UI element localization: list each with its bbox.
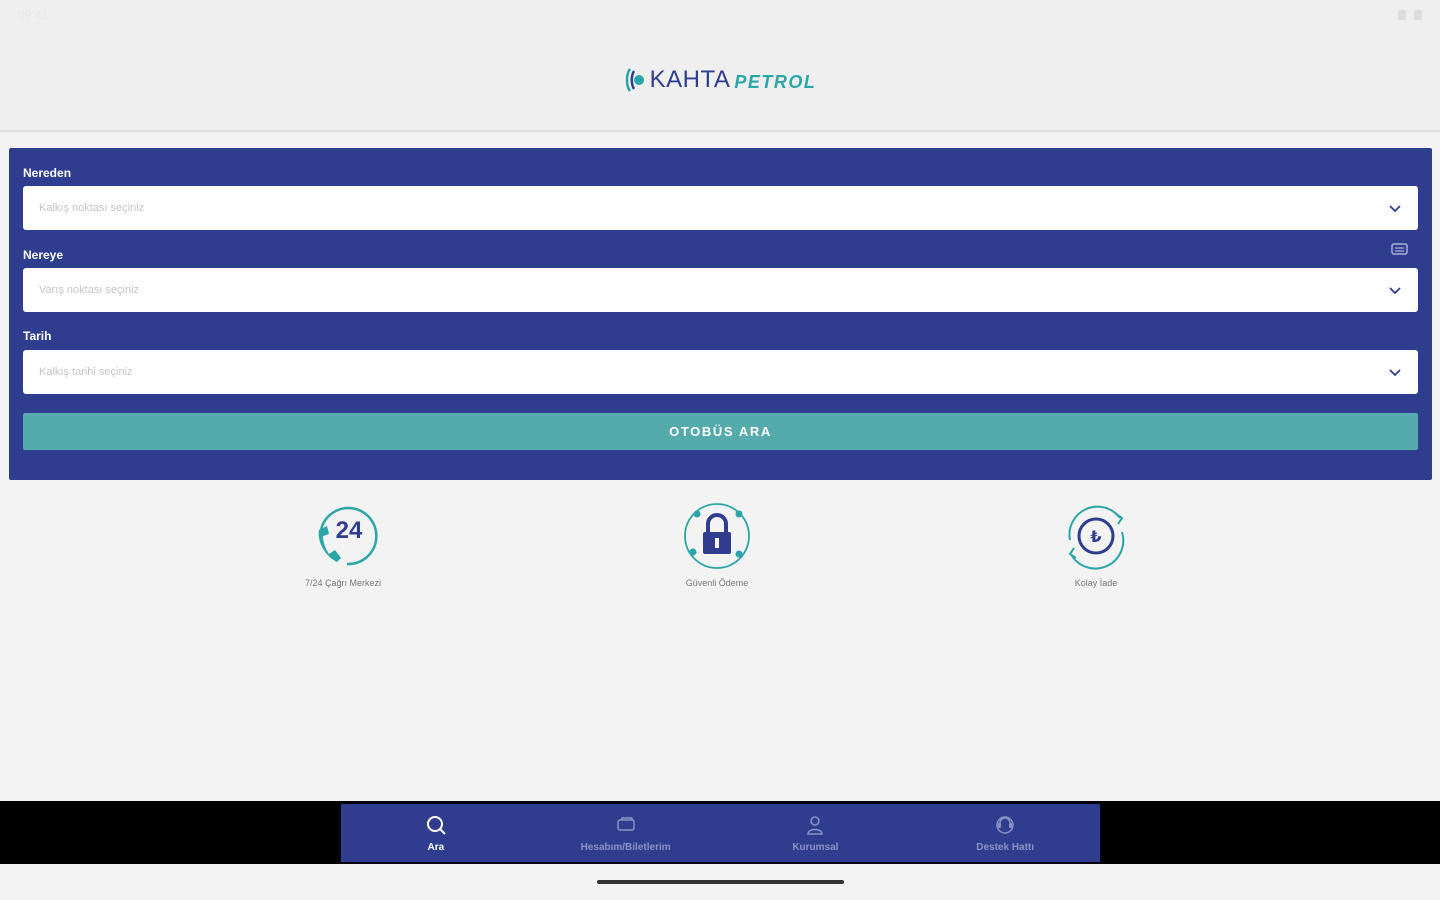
search-icon [426,815,446,835]
nav-item-account-tickets[interactable]: Hesabım/Biletlerim [531,804,721,862]
feature-caption: 7/24 Çağrı Merkezi [304,578,382,588]
logo-text-sub: PETROL [734,71,817,92]
status-time: 09:41 [18,8,49,22]
logo-mark-icon [625,68,644,92]
nav-item-corporate[interactable]: Kurumsal [721,804,911,862]
search-panel: Nereden Kalkış noktası seçiniz Nereye Va… [9,148,1432,480]
phone-24-icon: 24 [318,506,378,566]
nav-item-search[interactable]: Ara [341,804,531,862]
badge-24: 24 [336,517,363,544]
date-label: Tarih [23,329,52,343]
nav-label: Ara [427,841,445,853]
feature-call-center: 24 7/24 Çağrı Merkezi [263,500,423,588]
bottom-navigation: Ara Hesabım/Biletlerim Kurumsal Destek H… [341,804,1100,862]
support-icon [996,815,1014,834]
to-select[interactable]: Varış noktası seçiniz [23,268,1418,312]
ticket-icon [616,816,635,831]
chevron-down-icon [1389,205,1401,213]
user-icon [807,815,824,835]
from-label: Nereden [23,166,72,180]
to-placeholder: Varış noktası seçiniz [39,284,140,296]
chevron-down-icon [1389,287,1401,295]
nav-label: Destek Hattı [976,841,1035,853]
brand-logo: KAHTA PETROL [624,66,817,94]
feature-secure-payment: Güvenli Ödeme [637,500,797,588]
feature-caption: Güvenli Ödeme [685,578,749,588]
logo-text-main: KAHTA [649,66,731,93]
nav-item-support[interactable]: Destek Hattı [910,804,1100,862]
feature-caption: Kolay İade [1074,578,1118,588]
search-bus-button[interactable]: OTOBÜS ARA [23,413,1418,450]
lock-icon [684,503,750,569]
swap-icon[interactable] [1390,241,1410,259]
date-placeholder: Kalkış tarihi seçiniz [39,366,133,378]
date-select[interactable]: Kalkış tarihi seçiniz [23,350,1418,394]
battery-icon [1414,10,1422,20]
status-bar: 09:41 [0,0,1440,30]
home-indicator[interactable] [597,880,844,884]
chevron-down-icon [1389,369,1401,377]
wifi-icon [1398,10,1406,20]
status-icons [1398,10,1422,20]
nav-label: Kurumsal [792,841,839,853]
nav-label: Hesabım/Biletlerim [580,841,671,853]
to-label: Nereye [23,248,64,262]
from-select[interactable]: Kalkış noktası seçiniz [23,186,1418,230]
svg-text:₺: ₺ [1090,527,1101,546]
app-header: KAHTA PETROL [0,30,1440,132]
from-placeholder: Kalkış noktası seçiniz [39,202,145,214]
refund-icon: ₺ [1068,505,1125,570]
feature-easy-refund: ₺ Kolay İade [1016,500,1176,588]
